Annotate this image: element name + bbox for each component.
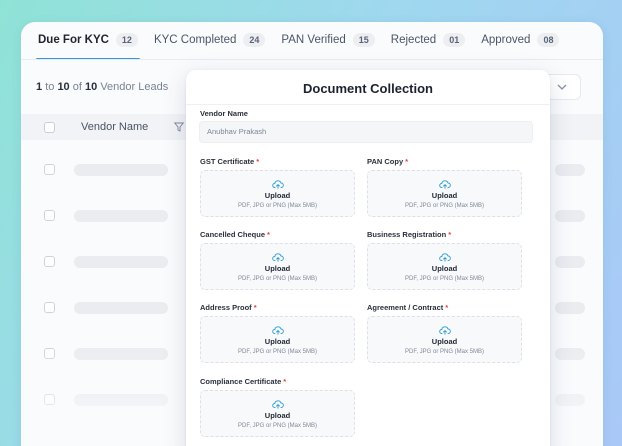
result-of-word: of (72, 81, 82, 93)
tab-count-badge: 12 (115, 33, 138, 47)
upload-label: Upload (264, 410, 291, 420)
upload-hint: PDF, JPG or PNG (Max 5MB) (404, 275, 484, 282)
filter-icon[interactable] (174, 122, 185, 132)
tab-kyc-completed[interactable]: KYC Completed 24 (153, 22, 266, 58)
upload-label: Upload (431, 263, 458, 273)
row-placeholder (555, 210, 585, 222)
cloud-upload-icon (438, 179, 451, 189)
gst-certificate-label: GST Certificate * (200, 157, 259, 166)
required-asterisk: * (448, 230, 452, 239)
upload-hint: PDF, JPG or PNG (Max 5MB) (237, 202, 317, 209)
upload-label: Upload (264, 263, 291, 273)
row-checkbox[interactable] (44, 256, 55, 267)
tab-approved[interactable]: Approved 08 (481, 22, 560, 58)
required-asterisk: * (405, 157, 409, 166)
tab-due-for-kyc[interactable]: Due For KYC 12 (36, 22, 140, 60)
field-label-text: Agreement / Contract (367, 303, 444, 312)
chevron-down-icon (557, 84, 567, 90)
row-placeholder (555, 164, 585, 176)
tab-rejected[interactable]: Rejected 01 (390, 22, 466, 58)
row-placeholder (555, 256, 585, 268)
result-from: 1 (36, 81, 43, 93)
address-proof-upload[interactable]: Upload PDF, JPG or PNG (Max 5MB) (200, 316, 355, 363)
business-registration-upload[interactable]: Upload PDF, JPG or PNG (Max 5MB) (367, 243, 522, 290)
upload-hint: PDF, JPG or PNG (Max 5MB) (237, 275, 317, 282)
required-asterisk: * (267, 230, 270, 239)
row-checkbox[interactable] (44, 210, 55, 221)
tab-label: Rejected (390, 34, 437, 46)
tab-count-badge: 01 (443, 33, 466, 47)
address-proof-label: Address Proof * (200, 303, 257, 312)
result-to: 10 (57, 81, 70, 93)
upload-hint: PDF, JPG or PNG (Max 5MB) (237, 422, 317, 429)
result-suffix: Vendor Leads (100, 81, 169, 93)
row-checkbox[interactable] (44, 164, 55, 175)
agreement-contract-label: Agreement / Contract * (367, 303, 448, 312)
result-count: 1 to 10 of 10 Vendor Leads (36, 81, 168, 93)
cloud-upload-icon (271, 252, 284, 262)
required-asterisk: * (253, 303, 257, 312)
tab-count-badge: 08 (537, 33, 560, 47)
required-asterisk: * (445, 303, 449, 312)
row-checkbox[interactable] (44, 302, 55, 313)
row-placeholder (74, 164, 168, 176)
compliance-certificate-upload[interactable]: Upload PDF, JPG or PNG (Max 5MB) (200, 390, 355, 437)
select-all-checkbox[interactable] (44, 121, 55, 133)
tab-pan-verified[interactable]: PAN Verified 15 (281, 22, 375, 58)
result-to-word: to (45, 81, 55, 93)
tab-label: Due For KYC (38, 34, 109, 46)
document-collection-modal: Document Collection Vendor Name Anubhav … (186, 70, 550, 446)
field-label-text: Vendor Name (200, 109, 248, 118)
field-label-text: Cancelled Cheque (200, 230, 266, 239)
pan-copy-label: PAN Copy * (367, 157, 408, 166)
upload-label: Upload (431, 190, 458, 200)
upload-label: Upload (431, 336, 458, 346)
gst-certificate-upload[interactable]: Upload PDF, JPG or PNG (Max 5MB) (200, 170, 355, 217)
status-tabs: Due For KYC 12 KYC Completed 24 PAN Veri… (21, 22, 603, 60)
row-placeholder (74, 302, 168, 314)
required-asterisk: * (256, 157, 260, 166)
pan-copy-upload[interactable]: Upload PDF, JPG or PNG (Max 5MB) (367, 170, 522, 217)
row-placeholder (74, 210, 168, 222)
business-registration-label: Business Registration * (367, 230, 451, 239)
cloud-upload-icon (271, 399, 284, 409)
modal-title: Document Collection (302, 81, 433, 96)
cloud-upload-icon (271, 325, 284, 335)
row-placeholder (74, 256, 168, 268)
column-header-vendor-name: Vendor Name (81, 121, 149, 133)
vendor-name-label: Vendor Name (200, 109, 248, 118)
field-label-text: GST Certificate (200, 157, 255, 166)
cloud-upload-icon (438, 325, 451, 335)
row-placeholder (555, 302, 585, 314)
cloud-upload-icon (438, 252, 451, 262)
upload-hint: PDF, JPG or PNG (Max 5MB) (404, 202, 484, 209)
agreement-contract-upload[interactable]: Upload PDF, JPG or PNG (Max 5MB) (367, 316, 522, 363)
tab-count-badge: 15 (352, 33, 375, 47)
vendor-name-input[interactable]: Anubhav Prakash (199, 121, 533, 143)
field-label-text: Address Proof (200, 303, 252, 312)
field-label-text: Business Registration (367, 230, 447, 239)
upload-label: Upload (264, 336, 291, 346)
tab-label: KYC Completed (153, 34, 237, 46)
tabs-divider (21, 59, 603, 60)
cloud-upload-icon (271, 179, 284, 189)
tab-label: PAN Verified (281, 34, 346, 46)
compliance-certificate-label: Compliance Certificate * (200, 377, 286, 386)
upload-hint: PDF, JPG or PNG (Max 5MB) (237, 348, 317, 355)
field-label-text: PAN Copy (367, 157, 404, 166)
result-total: 10 (85, 81, 98, 93)
upload-hint: PDF, JPG or PNG (Max 5MB) (404, 348, 484, 355)
modal-divider (186, 104, 550, 105)
tab-label: Approved (481, 34, 531, 46)
required-asterisk: * (283, 377, 287, 386)
cancelled-cheque-upload[interactable]: Upload PDF, JPG or PNG (Max 5MB) (200, 243, 355, 290)
tab-count-badge: 24 (243, 33, 266, 47)
cancelled-cheque-label: Cancelled Cheque * (200, 230, 270, 239)
field-label-text: Compliance Certificate (200, 377, 282, 386)
upload-label: Upload (264, 190, 291, 200)
